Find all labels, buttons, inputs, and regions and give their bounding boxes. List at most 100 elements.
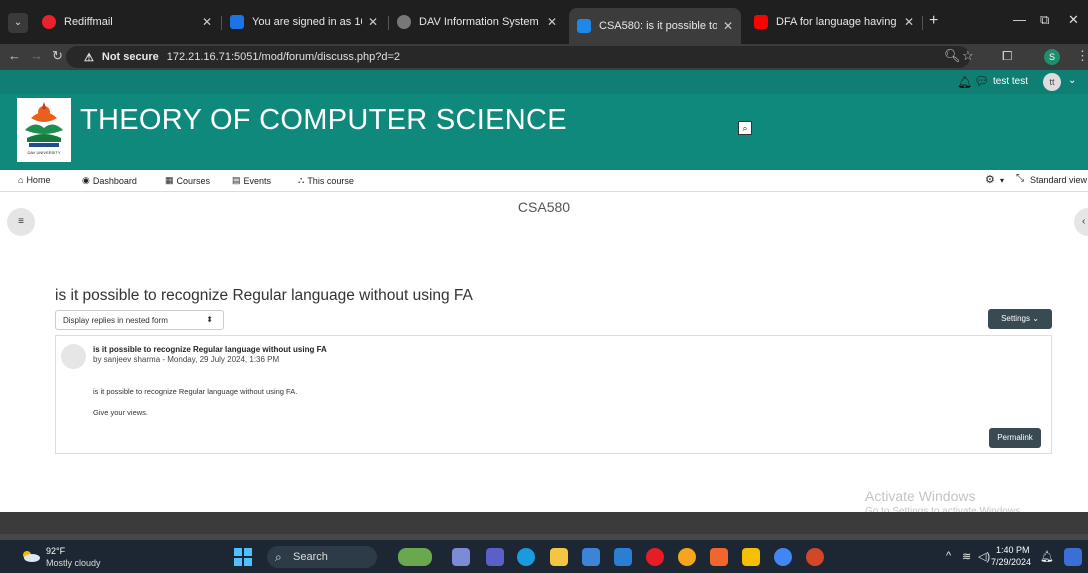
weather-temperature[interactable]: 92°F	[46, 546, 65, 556]
primary-navigation: ⌂ Home ◉ Dashboard ▦ Courses ▤ Events ⛬ …	[0, 170, 1088, 192]
globe-favicon-icon	[397, 15, 411, 29]
close-tab-icon[interactable]: ✕	[368, 15, 378, 29]
close-tab-icon[interactable]: ✕	[723, 19, 733, 33]
site-title[interactable]: THEORY OF COMPUTER SCIENCE	[80, 104, 567, 137]
gear-icon[interactable]: ⚙	[985, 173, 995, 186]
search-icon: ⌕	[275, 550, 282, 564]
file-explorer-icon[interactable]	[550, 548, 568, 566]
copilot-icon[interactable]	[1064, 548, 1082, 566]
edge-browser-icon[interactable]	[517, 548, 535, 566]
address-bar[interactable]: ⚠ Not secure 172.21.16.71:5051/mod/forum…	[66, 46, 970, 68]
post-subject: is it possible to recognize Regular lang…	[93, 345, 327, 354]
widgets-icon[interactable]	[398, 548, 432, 566]
search-icon[interactable]: ⌕	[738, 121, 752, 135]
settings-dropdown-button[interactable]: Settings ⌄	[988, 309, 1052, 329]
post-byline: by sanjeev sharma - Monday, 29 July 2024…	[93, 355, 280, 364]
expand-arrows-icon[interactable]: ⤡	[1016, 173, 1024, 184]
browser-profile-avatar[interactable]: S	[1044, 49, 1060, 65]
site-topbar: 🔔︎ 💬︎ test test tt ⌄	[0, 70, 1088, 94]
windows-taskbar: 92°F Mostly cloudy ⌕ Search ^ ≋ ◁) 1:40 …	[0, 540, 1088, 573]
author-avatar[interactable]	[61, 344, 86, 369]
show-hidden-icons-chevron-up-icon[interactable]: ^	[946, 550, 951, 562]
wifi-icon[interactable]: ≋	[962, 550, 971, 563]
grid-icon: ▦	[165, 175, 174, 185]
rediffmail-favicon-icon	[42, 15, 56, 29]
weather-description[interactable]: Mostly cloudy	[46, 558, 101, 568]
page-footer	[0, 512, 1088, 534]
task-view-icon[interactable]	[452, 548, 470, 566]
course-shortname: CSA580	[517, 199, 571, 215]
zoom-icon[interactable]: 🔍︎	[944, 48, 961, 64]
nav-this-course[interactable]: ⛬ This course	[298, 175, 354, 186]
user-menu-chevron-down-icon[interactable]: ⌄	[1068, 75, 1076, 86]
forward-arrow-icon[interactable]: →	[30, 48, 43, 63]
new-tab-plus-icon[interactable]: +	[929, 12, 938, 30]
teams-icon[interactable]	[486, 548, 504, 566]
taskbar-search[interactable]: ⌕ Search	[267, 546, 377, 568]
opera-icon[interactable]	[646, 548, 664, 566]
not-secure-label[interactable]: Not secure	[102, 51, 159, 63]
permalink-button[interactable]: Permalink	[989, 428, 1041, 448]
notification-bell-icon[interactable]: 🔔︎	[1040, 550, 1054, 563]
back-arrow-icon[interactable]: ←	[8, 48, 21, 63]
powerpoint-icon[interactable]	[806, 548, 824, 566]
browser-toolbar: ← → ↻ ⚠ Not secure 172.21.16.71:5051/mod…	[0, 44, 1088, 70]
clock-time[interactable]: 1:40 PM	[996, 545, 1030, 555]
brave-icon[interactable]	[710, 548, 728, 566]
user-name[interactable]: test test	[993, 76, 1028, 87]
post-body-line: Give your views.	[93, 408, 149, 417]
reload-icon[interactable]: ↻	[52, 48, 63, 64]
browser-menu-icon[interactable]: ⋮	[1076, 48, 1088, 64]
tab-dfa-youtube[interactable]: DFA for language having stri ✕	[746, 8, 922, 36]
notification-bell-icon[interactable]: 🔔︎	[957, 75, 972, 89]
close-window-icon[interactable]: ✕	[1068, 12, 1079, 28]
select-updown-icon: ⬍	[206, 315, 213, 324]
cloud-sun-icon[interactable]	[20, 550, 40, 562]
home-icon: ⌂	[18, 175, 24, 185]
mail-icon[interactable]	[614, 548, 632, 566]
tab-search-icon[interactable]: ⌄	[8, 13, 28, 33]
close-tab-icon[interactable]: ✕	[904, 15, 914, 29]
close-tab-icon[interactable]: ✕	[202, 15, 212, 29]
s-favicon-icon	[230, 15, 244, 29]
warning-triangle-icon[interactable]: ⚠	[84, 51, 94, 64]
display-mode-select[interactable]: Display replies in nested form ⬍	[55, 310, 224, 330]
standard-view-link[interactable]: Standard view	[1030, 175, 1087, 185]
extensions-puzzle-icon[interactable]: ⧠	[1002, 48, 1012, 64]
activate-windows-watermark: Activate Windows	[865, 488, 976, 504]
windows-start-icon[interactable]	[234, 548, 252, 566]
post-body-line: is it possible to recognize Regular lang…	[93, 387, 298, 396]
university-logo[interactable]: DAV UNIVERSITY	[17, 98, 71, 162]
bookmark-star-icon[interactable]: ☆	[962, 48, 974, 64]
nav-courses[interactable]: ▦ Courses	[165, 175, 210, 186]
app-orange-icon[interactable]	[678, 548, 696, 566]
discussion-title: is it possible to recognize Regular lang…	[55, 287, 473, 304]
sitemap-icon: ⛬	[298, 175, 305, 185]
youtube-favicon-icon	[754, 15, 768, 29]
nav-events[interactable]: ▤ Events	[232, 175, 271, 186]
gear-menu-caret-icon[interactable]: ▾	[1000, 176, 1004, 185]
tab-csa580-active[interactable]: CSA580: is it possible to reco ✕	[569, 8, 741, 44]
nav-home[interactable]: ⌂ Home	[18, 175, 50, 185]
volume-icon[interactable]: ◁)	[978, 550, 990, 563]
restore-icon[interactable]: ⧉	[1040, 12, 1049, 28]
tab-signed-in[interactable]: You are signed in as 10037 ✕	[222, 8, 386, 36]
store-icon[interactable]	[582, 548, 600, 566]
vlc-icon[interactable]	[742, 548, 760, 566]
moodle-favicon-icon	[577, 19, 591, 33]
tab-dav-information-system[interactable]: DAV Information System ✕	[389, 8, 565, 36]
close-tab-icon[interactable]: ✕	[547, 15, 557, 29]
minimize-icon[interactable]: —	[1013, 12, 1026, 27]
clock-date[interactable]: 7/29/2024	[991, 557, 1031, 567]
chrome-icon[interactable]	[774, 548, 792, 566]
lotus-emblem-icon	[25, 102, 63, 147]
user-avatar[interactable]: tt	[1043, 73, 1061, 91]
messages-chat-icon[interactable]: 💬︎	[974, 74, 989, 88]
course-index-drawer-icon[interactable]: ≡	[7, 208, 35, 236]
tab-separator	[922, 16, 923, 30]
nav-dashboard[interactable]: ◉ Dashboard	[82, 175, 137, 186]
tab-rediffmail[interactable]: Rediffmail ✕	[34, 8, 220, 36]
forum-post: is it possible to recognize Regular lang…	[55, 335, 1052, 454]
calendar-icon: ▤	[232, 175, 241, 185]
url-text[interactable]: 172.21.16.71:5051/mod/forum/discuss.php?…	[167, 51, 400, 63]
